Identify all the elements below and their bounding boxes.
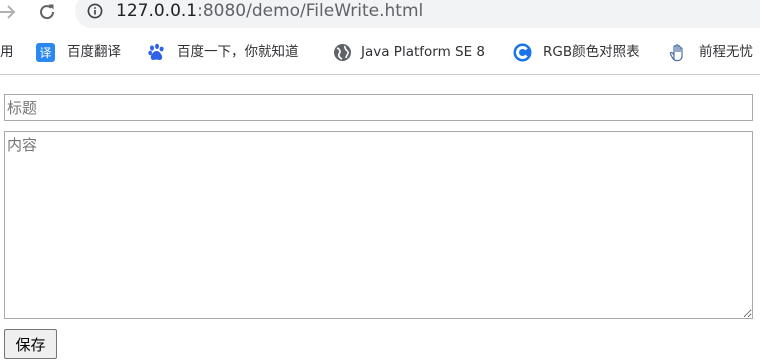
globe-icon: [333, 43, 352, 62]
url-host: 127.0.0.1: [116, 1, 198, 21]
bookmark-baidu[interactable]: 百度一下，你就知道: [147, 42, 317, 62]
hand-icon: [668, 43, 687, 62]
bookmark-rgb-table[interactable]: RGB颜色对照表: [513, 42, 653, 62]
bookmark-label: 百度一下，你就知道: [177, 44, 299, 60]
bookmark-label: 百度翻译: [67, 44, 121, 60]
baidu-paw-icon: [147, 43, 166, 62]
browser-chrome: 127.0.0.1:8080/demo/FileWrite.html 用 译 百…: [0, 0, 760, 75]
forward-arrow-icon[interactable]: [0, 1, 18, 23]
title-input[interactable]: [4, 94, 753, 121]
bookmarks-bar: 用 译 百度翻译 百度一下，你就知道 Java Platform SE 8 RG…: [0, 38, 760, 66]
url-path: :8080/demo/FileWrite.html: [197, 1, 424, 21]
save-button[interactable]: 保存: [4, 329, 57, 359]
bookmark-label: 前程无忧: [699, 44, 753, 60]
bookmark-label: RGB颜色对照表: [543, 44, 640, 60]
navigation-bar: 127.0.0.1:8080/demo/FileWrite.html: [0, 0, 760, 28]
c-logo-icon: [513, 43, 532, 62]
url-text[interactable]: 127.0.0.1:8080/demo/FileWrite.html: [116, 1, 423, 21]
info-icon[interactable]: [87, 3, 103, 19]
bookmark-label: Java Platform SE 8: [361, 44, 486, 60]
svg-text:译: 译: [39, 46, 51, 60]
content-textarea[interactable]: [4, 131, 753, 319]
bookmark-baidu-translate[interactable]: 译 百度翻译: [36, 42, 132, 62]
reload-icon[interactable]: [36, 1, 58, 23]
bookmark-label: 用: [0, 44, 14, 60]
address-bar[interactable]: 127.0.0.1:8080/demo/FileWrite.html: [75, 0, 760, 28]
translate-icon: 译: [36, 43, 55, 62]
bookmark-java-platform[interactable]: Java Platform SE 8: [333, 42, 499, 62]
bookmark-51job[interactable]: 前程无忧: [668, 42, 760, 62]
